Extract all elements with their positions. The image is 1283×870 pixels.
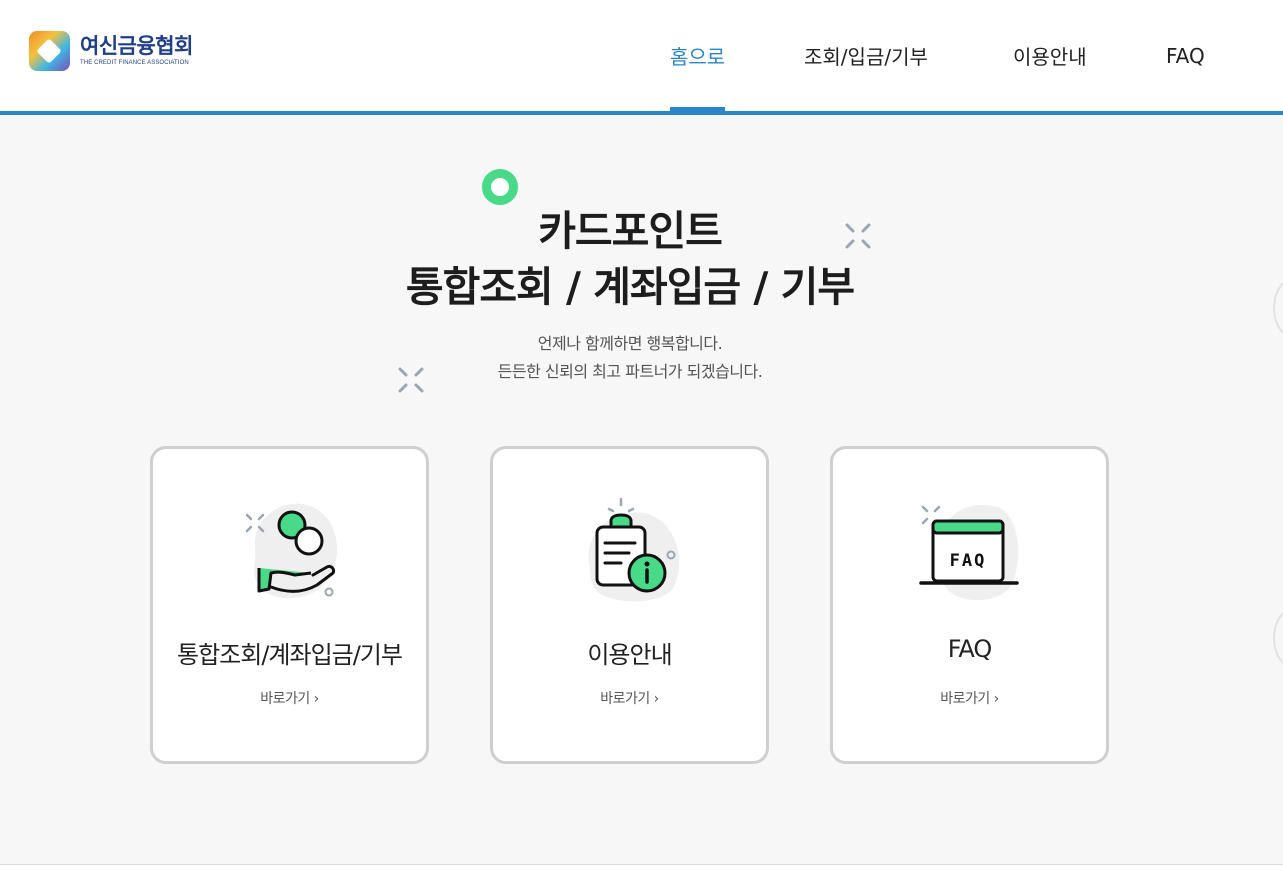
edge-decoration	[1273, 608, 1283, 668]
footer-divider	[0, 864, 1283, 870]
card-go-link[interactable]: 바로가기 ›	[833, 688, 1106, 708]
ring-decoration-icon	[482, 169, 518, 205]
clipboard-info-icon	[588, 497, 680, 602]
logo-mark-icon	[29, 31, 70, 71]
card-title: 이용안내	[587, 641, 672, 669]
hero-title: 카드포인트 통합조회 / 계좌입금 / 기부	[0, 203, 1260, 315]
brand-name-en: THE CREDIT FINANCE ASSOCIATION	[80, 60, 189, 66]
card-title: 통합조회/계좌입금/기부	[177, 641, 403, 669]
hero-title-line2: 통합조회 / 계좌입금 / 기부	[405, 263, 855, 311]
card-go-link[interactable]: 바로가기 ›	[493, 688, 766, 708]
nav-faq[interactable]: FAQ	[1166, 0, 1205, 111]
card-title: FAQ	[947, 635, 993, 663]
brand-logo[interactable]: 여신금융협회 THE CREDIT FINANCE ASSOCIATION	[29, 31, 193, 71]
hero-sub-line1: 언제나 함께하면 행복합니다.	[537, 334, 723, 353]
site-header: 여신금융협회 THE CREDIT FINANCE ASSOCIATION 홈으…	[0, 0, 1283, 115]
nav-guide[interactable]: 이용안내	[1013, 0, 1087, 111]
faq-monitor-icon: FAQ	[919, 504, 1019, 601]
card-go-link[interactable]: 바로가기 ›	[153, 688, 426, 708]
card-faq[interactable]: FAQ FAQ 바로가기 ›	[830, 446, 1109, 764]
brand-name: 여신금융협회	[80, 35, 193, 58]
card-inquiry[interactable]: 통합조회/계좌입금/기부 바로가기 ›	[150, 446, 429, 764]
hero-title-line1: 카드포인트	[538, 207, 723, 255]
hero-subtitle: 언제나 함께하면 행복합니다. 든든한 신뢰의 최고 파트너가 되겠습니다.	[0, 330, 1260, 386]
svg-text:FAQ: FAQ	[950, 551, 987, 571]
hero-sub-line2: 든든한 신뢰의 최고 파트너가 되겠습니다.	[497, 362, 763, 381]
edge-decoration	[1273, 278, 1283, 338]
nav-home[interactable]: 홈으로	[670, 0, 726, 111]
coin-hand-icon	[245, 503, 338, 599]
nav-inquiry[interactable]: 조회/입금/기부	[804, 0, 928, 111]
card-guide[interactable]: 이용안내 바로가기 ›	[490, 446, 769, 764]
